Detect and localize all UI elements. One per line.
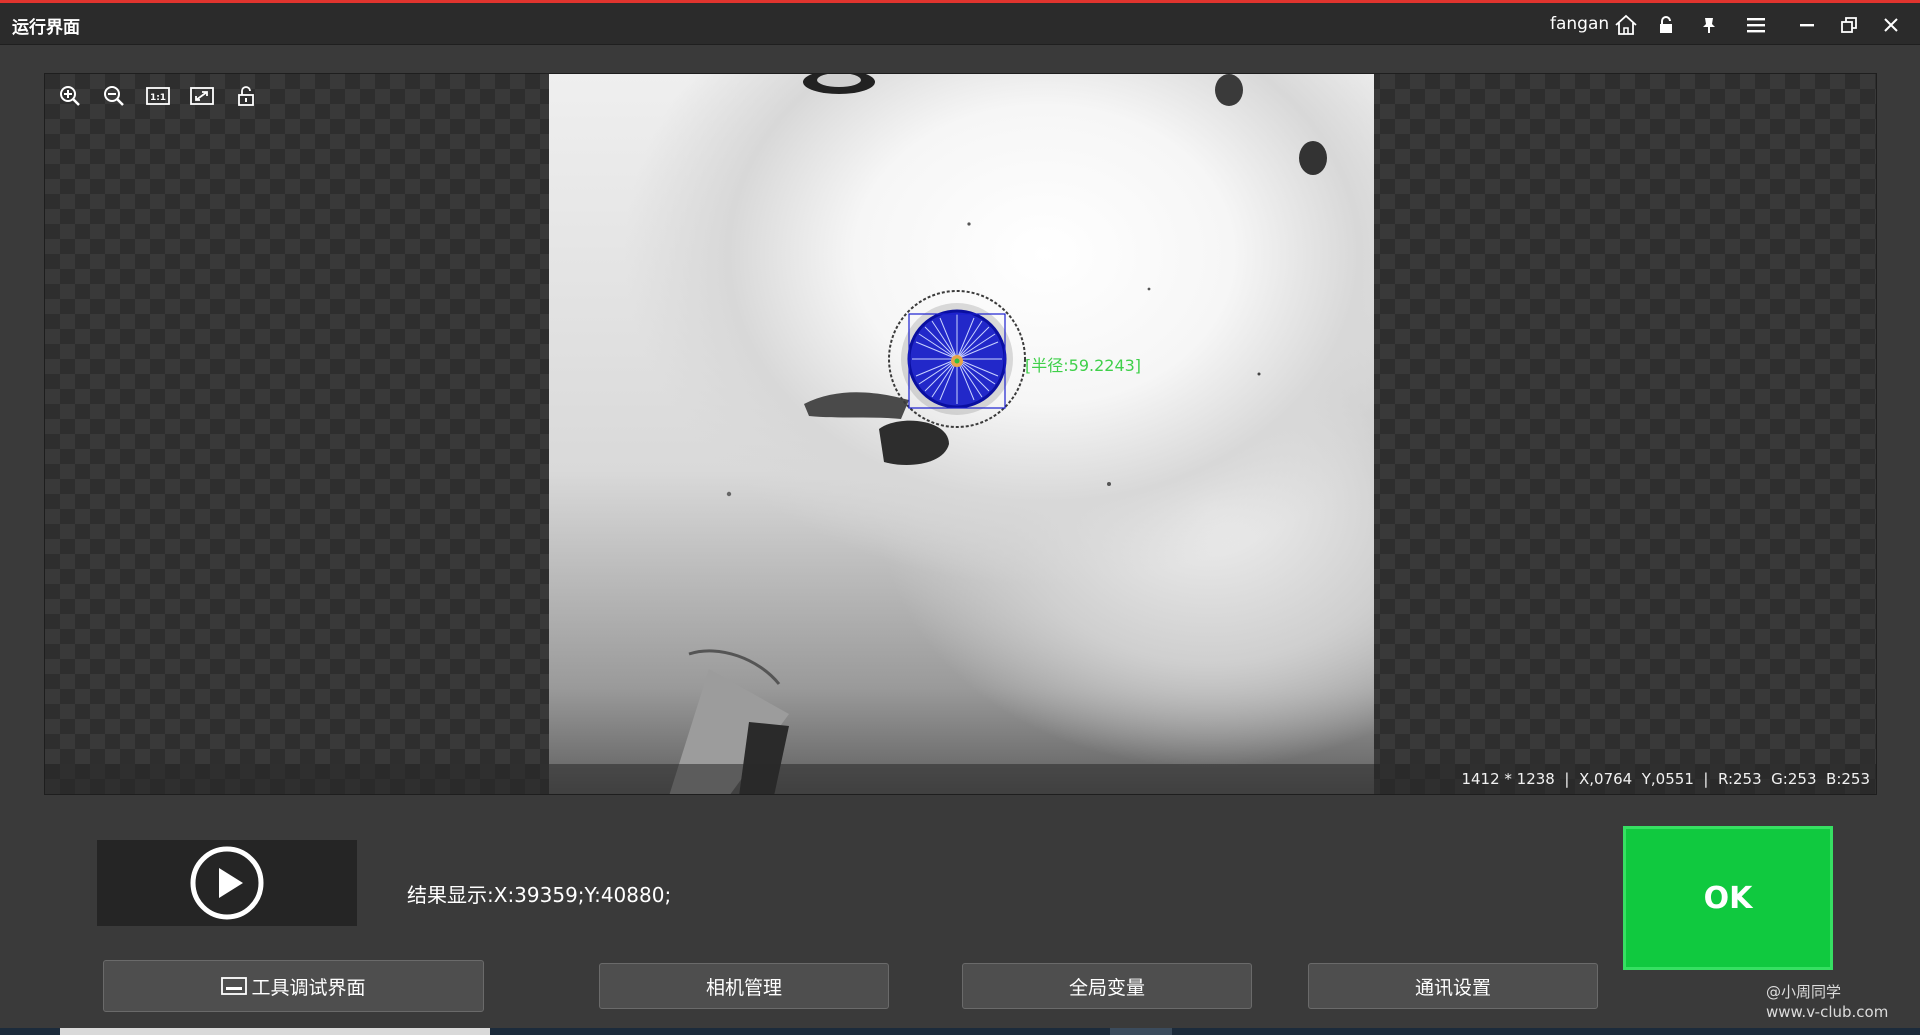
pin-icon[interactable] <box>1694 11 1724 39</box>
taskbar-item[interactable] <box>60 1028 490 1035</box>
image-viewer[interactable]: 1:1 [半径:59.2243] 1412 * 1238 | X,0764 Y,… <box>44 73 1877 795</box>
play-icon <box>190 846 264 920</box>
actual-size-icon[interactable]: 1:1 <box>143 84 173 108</box>
communication-settings-button[interactable]: 通讯设置 <box>1308 963 1598 1009</box>
image-resolution: 1412 * 1238 <box>1461 770 1555 788</box>
radius-label: [半径:59.2243] <box>1025 356 1141 375</box>
tool-debug-button[interactable]: 工具调试界面 <box>103 960 484 1012</box>
home-icon[interactable] <box>1611 11 1641 39</box>
tool-debug-label: 工具调试界面 <box>251 976 366 999</box>
run-button[interactable] <box>97 840 357 926</box>
monitor-icon <box>221 976 248 996</box>
pixel-rgb: R:253 G:253 B:253 <box>1718 770 1870 788</box>
svg-text:1:1: 1:1 <box>150 93 166 103</box>
taskbar-item[interactable] <box>1110 1028 1172 1035</box>
minimize-icon[interactable] <box>1792 11 1822 39</box>
camera-image: [半径:59.2243] <box>549 74 1374 794</box>
viewer-status-bar: 1412 * 1238 | X,0764 Y,0551 | R:253 G:25… <box>45 764 1876 794</box>
restore-icon[interactable] <box>1834 11 1864 39</box>
global-variables-button[interactable]: 全局变量 <box>962 963 1252 1009</box>
title-bar: 运行界面 fangan <box>0 3 1920 45</box>
unlock-icon[interactable] <box>231 84 261 108</box>
viewer-toolbar: 1:1 <box>55 84 261 108</box>
lock-icon[interactable] <box>1651 11 1681 39</box>
cursor-coordinates: X,0764 Y,0551 <box>1579 770 1694 788</box>
watermark-site: www.v-club.com <box>1766 1003 1889 1021</box>
zoom-out-icon[interactable] <box>99 84 129 108</box>
zoom-in-icon[interactable] <box>55 84 85 108</box>
ok-status-badge: OK <box>1623 826 1833 970</box>
watermark: @小周同学 www.v-club.com <box>1766 982 1888 1022</box>
fit-window-icon[interactable] <box>187 84 217 108</box>
menu-icon[interactable] <box>1741 11 1771 39</box>
user-name: fangan <box>1550 14 1610 34</box>
watermark-author: @小周同学 <box>1766 983 1842 1001</box>
result-display: 结果显示:X:39359;Y:40880; <box>407 883 672 907</box>
os-taskbar <box>0 1028 1920 1035</box>
window-title: 运行界面 <box>12 18 80 38</box>
camera-management-button[interactable]: 相机管理 <box>599 963 889 1009</box>
close-icon[interactable] <box>1876 11 1906 39</box>
